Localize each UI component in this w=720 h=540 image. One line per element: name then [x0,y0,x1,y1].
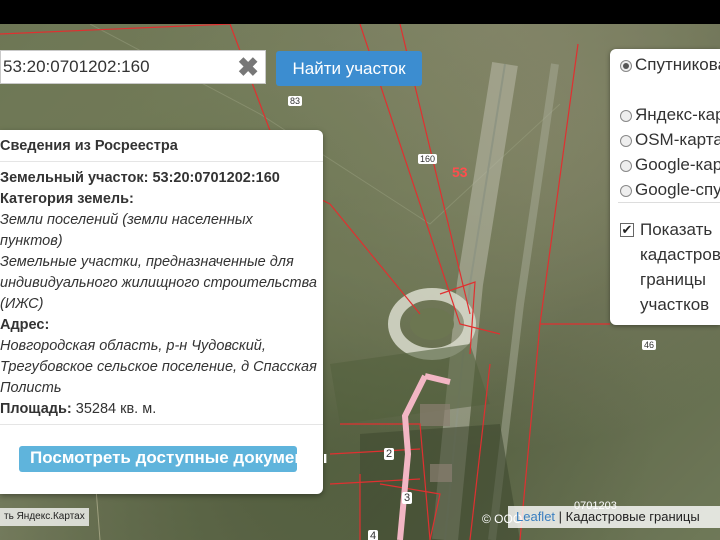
map-label-46: 46 [642,340,657,350]
radio[interactable] [620,160,632,172]
area-label: Площадь: [0,401,72,417]
radio-selected[interactable] [620,60,632,72]
divider [0,161,323,162]
layer-switcher: Спутниковая карта Яндекс-карта OSM-карта… [610,49,720,325]
search-input[interactable] [1,51,233,83]
parcel-value: 53:20:0701202:160 [152,170,280,186]
map-label-53: 53 [452,164,468,180]
view-documents-label: Посмотреть доступные документы [30,448,328,467]
divider [618,202,720,203]
find-parcel-button[interactable]: Найти участок [276,51,422,86]
map-label-160: 160 [418,154,438,164]
rosreestr-info-panel: Сведения из Росреестра Земельный участок… [0,130,327,494]
cadastral-overlay-checkbox[interactable]: ✔ [620,223,634,237]
layer-label: OSM-карта [635,130,720,149]
close-icon[interactable]: ✖ [237,54,259,80]
map-attribution: Leaflet | Кадастровые границы [508,506,720,528]
layer-label: Google-спутник [635,180,720,199]
area-value: 35284 кв. м. [75,401,157,417]
info-title: Сведения из Росреестра [0,138,178,154]
leaflet-link[interactable]: Leaflet [516,509,555,524]
radio[interactable] [620,135,632,147]
layer-label: Google-карта [635,155,720,174]
use-value: Земельные участки, предназначенные для и… [0,254,317,312]
address-value: Новгородская область, р-н Чудовский, Тре… [0,338,317,396]
map-label-4: 4 [368,530,379,540]
search-bar: ✖ [0,50,266,84]
category-label: Категория земель: [0,191,134,207]
status-bar [0,0,720,24]
parcel-label: Земельный участок: [0,170,149,186]
layer-label: Спутниковая карта [635,55,720,74]
divider [0,424,323,425]
layer-label: Яндекс-карта [635,105,720,124]
category-value: Земли поселений (земли населенных пункто… [0,212,253,249]
cadastral-overlay-label[interactable]: Показать кадастровые границы участков [640,217,720,317]
address-label: Адрес: [0,317,50,333]
map-label-3: 3 [402,492,413,504]
radio[interactable] [620,185,632,197]
yandex-attribution[interactable]: ть Яндекс.Картах [0,508,89,526]
radio[interactable] [620,110,632,122]
map-label-83: 83 [288,96,303,106]
cadastral-attribution: | Кадастровые границы [558,509,700,524]
info-body: Земельный участок: 53:20:0701202:160 Кат… [0,168,318,420]
view-documents-button[interactable]: Посмотреть доступные документы [19,446,327,472]
map-label-2: 2 [384,448,395,460]
